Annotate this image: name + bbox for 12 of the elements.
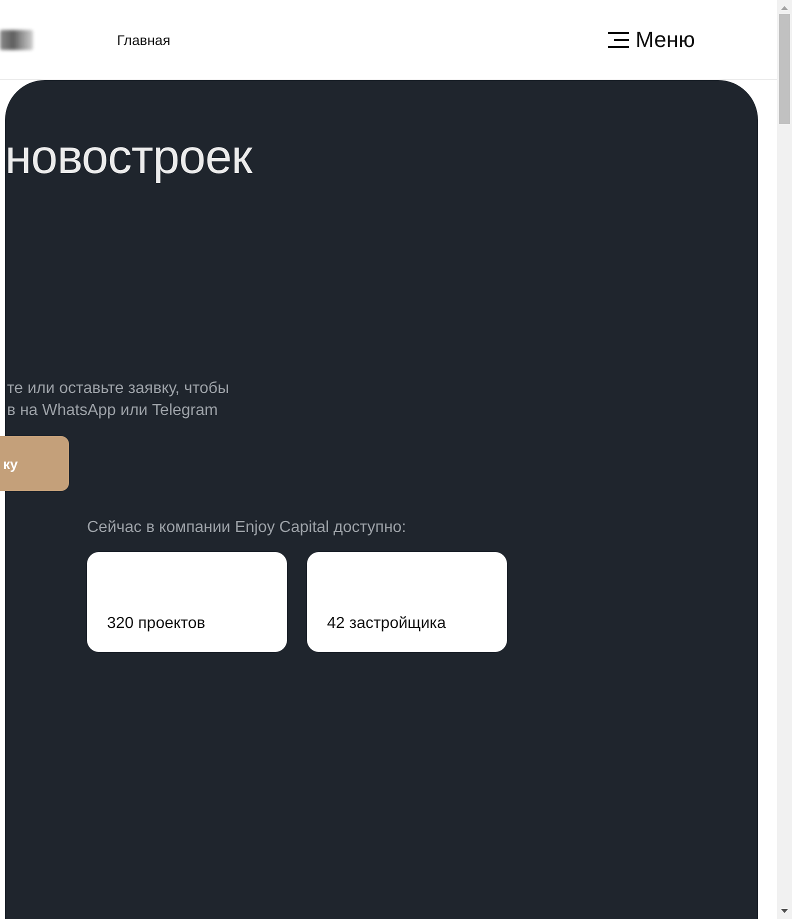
- stats-caption: Сейчас в компании Enjoy Capital доступно:: [87, 518, 406, 538]
- menu-icon: [608, 32, 629, 48]
- hero-title: новостроек: [5, 130, 252, 186]
- scroll-up-icon[interactable]: [781, 6, 788, 10]
- logo-placeholder[interactable]: [0, 30, 33, 50]
- menu-button[interactable]: Меню: [608, 26, 695, 52]
- scroll-down-icon[interactable]: [781, 909, 788, 913]
- stat-text: 42 застройщика: [327, 614, 446, 634]
- scrollbar-thumb[interactable]: [779, 14, 790, 124]
- stat-text: 320 проектов: [107, 614, 206, 634]
- nav-link[interactable]: Главная: [117, 30, 170, 48]
- description-text: те или оставьте заявку, чтобы в на WhatsApp или Telegram: [7, 379, 230, 421]
